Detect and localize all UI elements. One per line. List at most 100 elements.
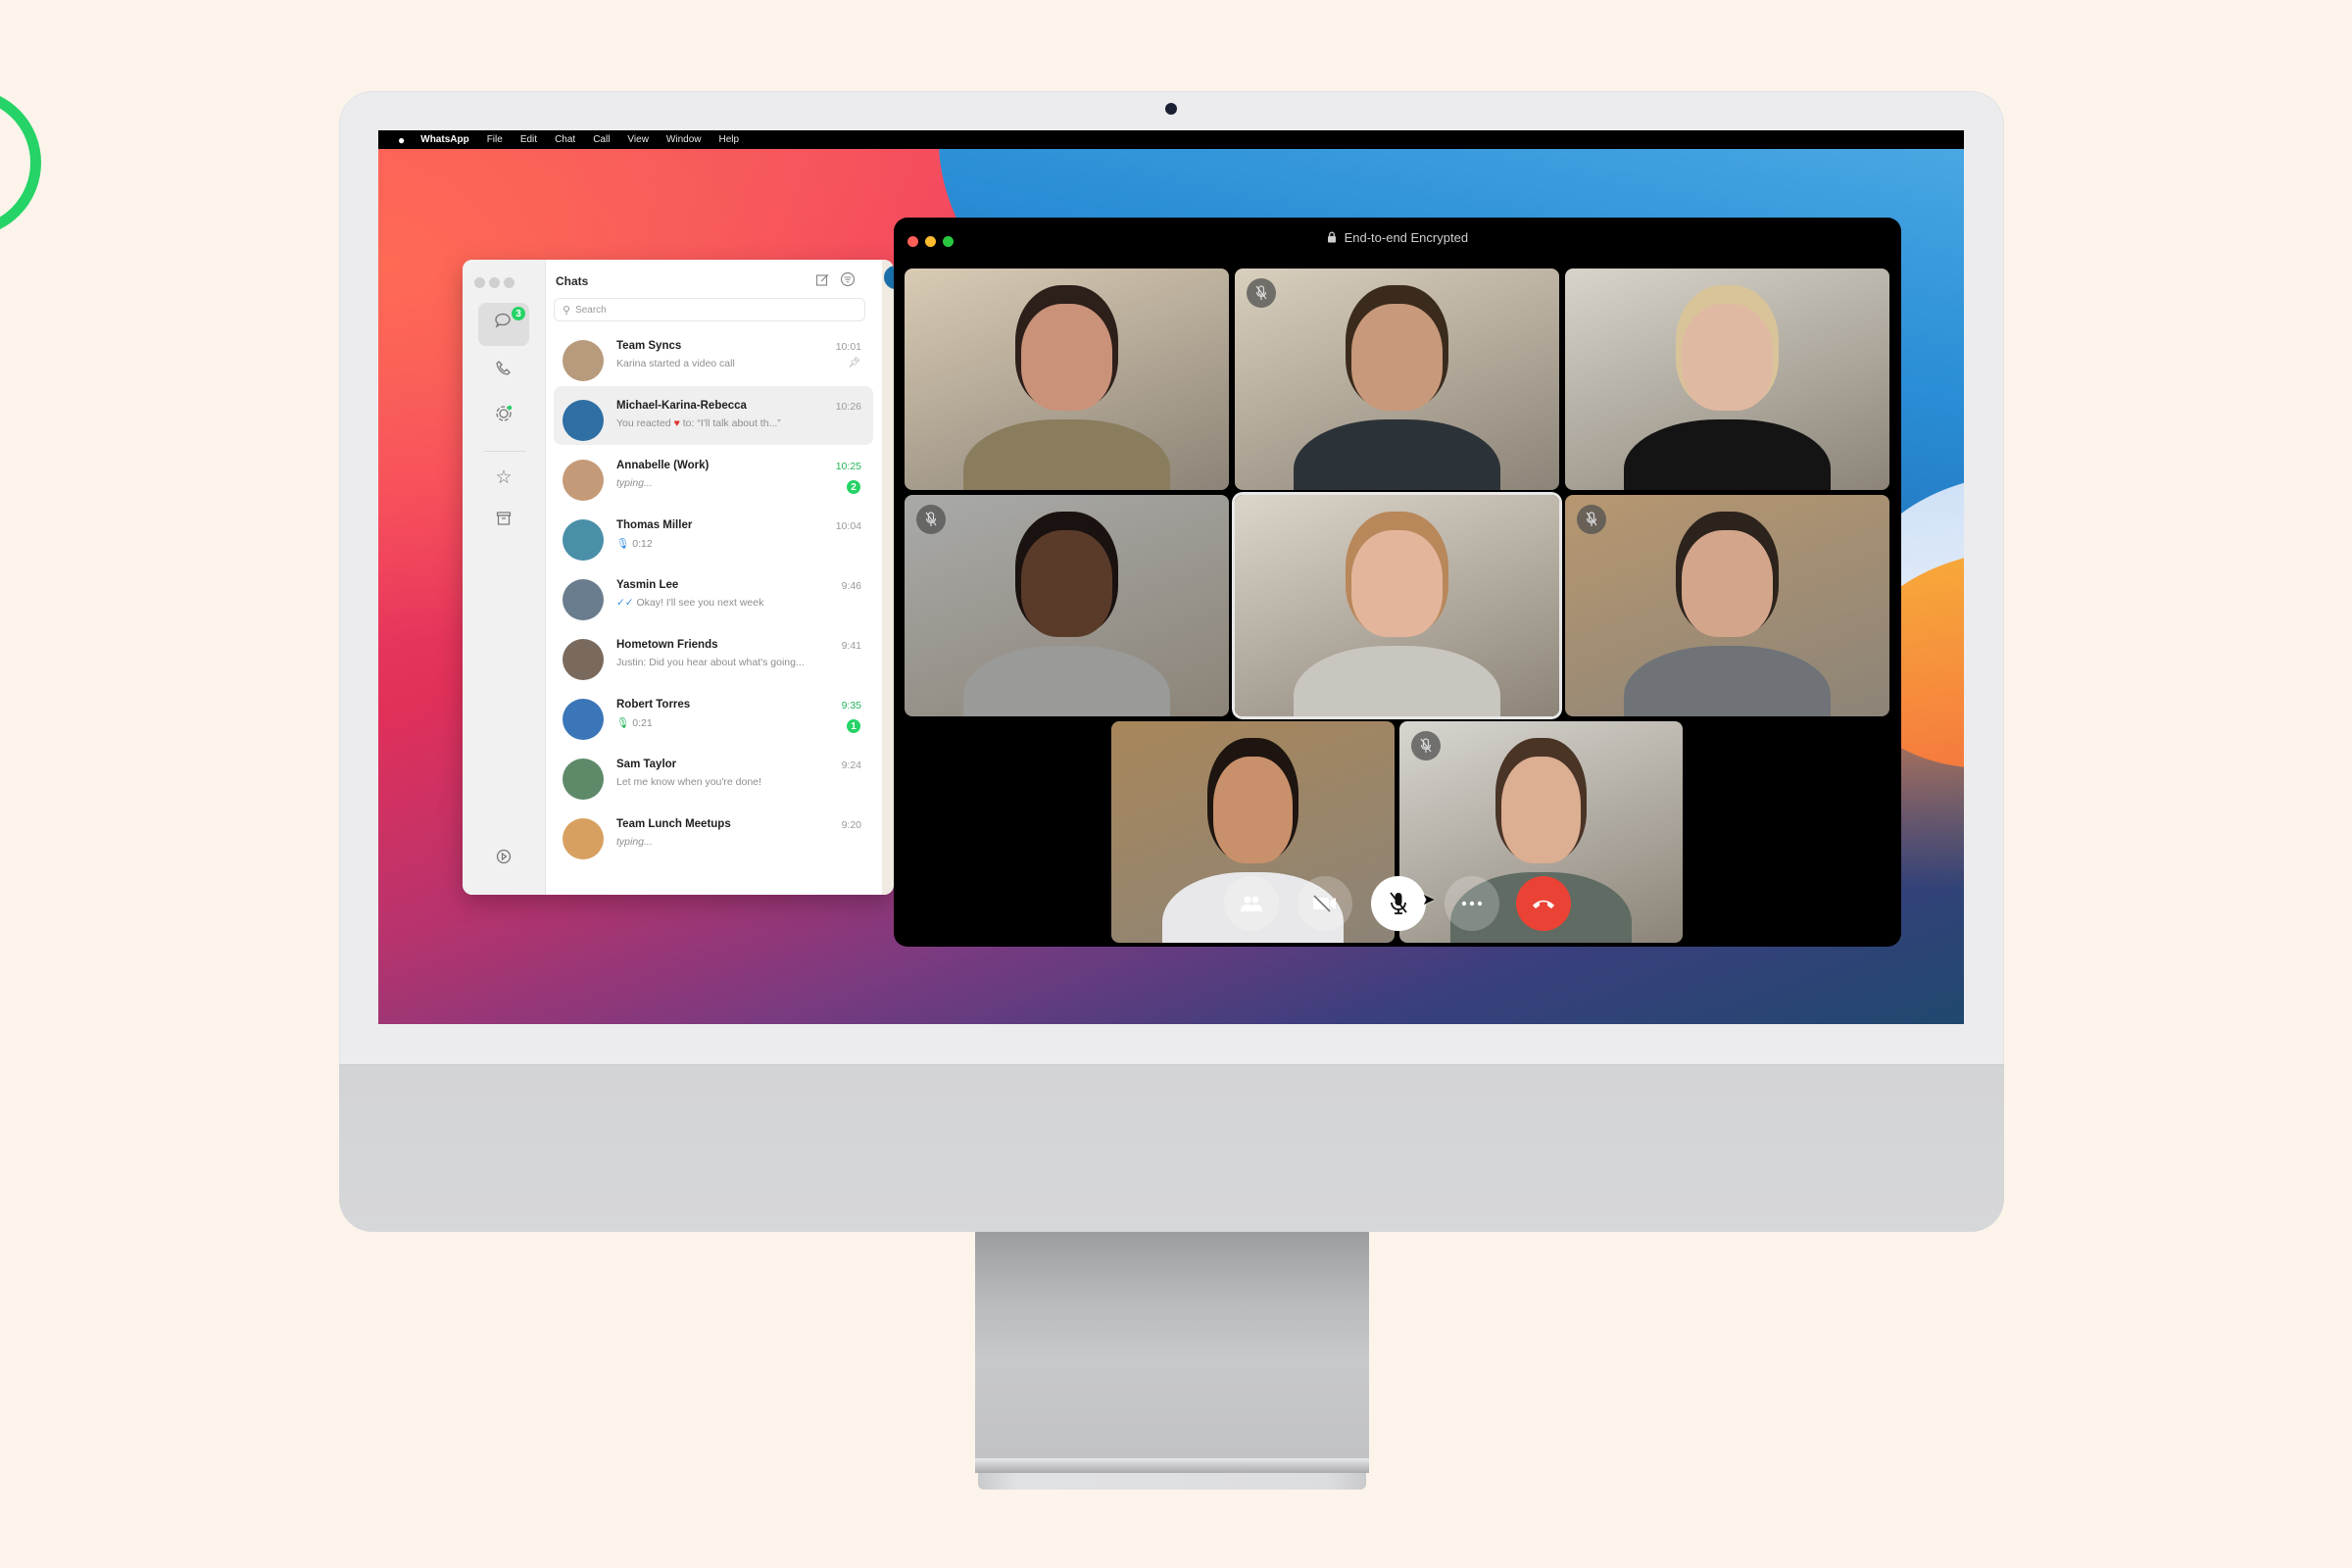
menu-bar: ● WhatsApp File Edit Chat Call View Wind…	[378, 130, 1964, 149]
chat-name: Yasmin Lee	[616, 579, 679, 591]
chat-list-item[interactable]: Thomas Miller 🎙︎ 0:12 10:04	[554, 506, 873, 564]
muted-mic-icon	[1411, 731, 1441, 760]
chat-avatar	[563, 759, 604, 800]
search-icon: ⚲	[563, 304, 571, 317]
chat-name: Robert Torres	[616, 699, 691, 710]
menu-window[interactable]: Window	[666, 134, 702, 145]
decorative-green-ring	[0, 88, 41, 237]
menu-chat[interactable]: Chat	[555, 134, 575, 145]
chat-list-pane: Chats ⚲ Search Team Syncs Karina started…	[546, 260, 882, 895]
chat-avatar	[563, 639, 604, 680]
chat-avatar	[563, 340, 604, 381]
nav-archived[interactable]	[478, 499, 529, 542]
voice-message-icon: 🎙︎	[616, 717, 633, 729]
star-icon: ☆	[495, 466, 513, 488]
muted-mic-icon	[916, 505, 946, 534]
read-receipt-icon: ✓✓	[616, 597, 637, 609]
participant-body	[1623, 645, 1832, 716]
video-call-window: End-to-end Encrypted ➤	[894, 218, 1901, 947]
chats-title: Chats	[556, 274, 589, 288]
chat-preview: Justin: Did you hear about what's going.…	[616, 657, 805, 668]
apple-menu-icon[interactable]: ●	[398, 133, 405, 147]
unread-count-badge: 2	[847, 480, 860, 494]
chat-list-item[interactable]: Robert Torres 🎙︎ 0:21 9:35 1	[554, 685, 873, 744]
conversation-pane-edge	[882, 260, 894, 895]
participant-face	[1351, 530, 1443, 637]
chat-time: 9:35	[841, 700, 861, 711]
participant-body	[962, 645, 1171, 716]
chat-preview: Let me know when you're done!	[616, 776, 761, 788]
chat-list-item[interactable]: Annabelle (Work) typing... 10:25 2	[554, 446, 873, 505]
chat-preview: 🎙︎ 0:12	[616, 537, 653, 550]
menu-edit[interactable]: Edit	[520, 134, 537, 145]
more-icon	[1461, 901, 1483, 906]
chat-avatar	[563, 400, 604, 441]
menu-view[interactable]: View	[627, 134, 649, 145]
preview-suffix: to: “I'll talk about th...”	[682, 417, 781, 429]
video-off-button[interactable]	[1298, 876, 1352, 931]
window-minimize-button[interactable]	[489, 277, 500, 288]
participants-button[interactable]	[1224, 876, 1279, 931]
participant-face	[1682, 530, 1773, 637]
menu-file[interactable]: File	[487, 134, 503, 145]
end-call-button[interactable]	[1516, 876, 1571, 931]
participant-video-tile[interactable]	[905, 495, 1229, 716]
nav-status[interactable]	[478, 395, 529, 438]
nav-settings[interactable]	[478, 838, 529, 881]
chat-preview: Karina started a video call	[616, 358, 735, 369]
chat-list-item[interactable]: Team Syncs Karina started a video call 1…	[554, 326, 873, 385]
imac-chin	[339, 1064, 2004, 1232]
settings-icon	[495, 848, 513, 871]
participant-video-tile[interactable]	[1235, 269, 1559, 490]
chat-preview: You reacted ♥ to: “I'll talk about th...…	[616, 417, 781, 429]
chat-name: Sam Taylor	[616, 759, 677, 770]
participant-video-tile[interactable]	[1565, 269, 1889, 490]
more-button[interactable]	[1445, 876, 1499, 931]
chat-name: Team Syncs	[616, 340, 682, 352]
window-zoom-button[interactable]	[504, 277, 514, 288]
muted-mic-icon	[1577, 505, 1606, 534]
chat-time: 10:01	[835, 341, 861, 353]
chat-list-item[interactable]: Team Lunch Meetups typing... 9:20	[554, 805, 873, 863]
chat-preview-text: 0:12	[632, 538, 653, 550]
mute-button[interactable]	[1371, 876, 1426, 931]
chat-preview: typing...	[616, 477, 653, 489]
participant-video-tile[interactable]	[1235, 495, 1559, 716]
phone-icon	[495, 360, 513, 383]
chat-time: 9:46	[841, 580, 861, 592]
participant-video-tile[interactable]	[905, 269, 1229, 490]
filter-button[interactable]	[836, 270, 859, 293]
nav-rail: 3 ☆	[463, 260, 546, 895]
participant-body	[1293, 418, 1501, 490]
chat-list-item[interactable]: Sam Taylor Let me know when you're done!…	[554, 745, 873, 804]
chats-window: 3 ☆ Chats ⚲ Search Team Syncs Karina sta…	[463, 260, 894, 895]
chat-preview-text: typing...	[616, 477, 653, 489]
chat-time: 9:24	[841, 760, 861, 771]
chat-preview-text: Justin: Did you hear about what's going.…	[616, 657, 805, 668]
nav-chats[interactable]: 3	[478, 303, 529, 346]
chat-list-item[interactable]: Yasmin Lee ✓✓ Okay! I'll see you next we…	[554, 565, 873, 624]
nav-starred[interactable]: ☆	[478, 456, 529, 499]
encryption-label: End-to-end Encrypted	[1344, 230, 1469, 245]
chat-preview: ✓✓ Okay! I'll see you next week	[616, 597, 763, 609]
menu-call[interactable]: Call	[593, 134, 610, 145]
chat-list-item[interactable]: Michael-Karina-Rebecca You reacted ♥ to:…	[554, 386, 873, 445]
participant-face	[1213, 757, 1293, 863]
nav-calls[interactable]	[478, 350, 529, 393]
participant-video-tile[interactable]	[1565, 495, 1889, 716]
imac-stand-foot	[978, 1473, 1366, 1490]
status-icon	[494, 404, 514, 429]
muted-mic-icon	[1247, 278, 1276, 308]
preview-prefix: You reacted	[616, 417, 671, 429]
menu-whatsapp[interactable]: WhatsApp	[420, 134, 468, 145]
webcam	[1165, 103, 1177, 115]
participant-face	[1021, 530, 1112, 637]
chat-avatar	[563, 579, 604, 620]
chat-list-item[interactable]: Hometown Friends Justin: Did you hear ab…	[554, 625, 873, 684]
menu-help[interactable]: Help	[719, 134, 740, 145]
search-input[interactable]: ⚲ Search	[554, 298, 865, 321]
window-close-button[interactable]	[474, 277, 485, 288]
participant-body	[962, 418, 1171, 490]
new-chat-button[interactable]	[810, 270, 834, 293]
chat-preview-text: Karina started a video call	[616, 358, 735, 369]
